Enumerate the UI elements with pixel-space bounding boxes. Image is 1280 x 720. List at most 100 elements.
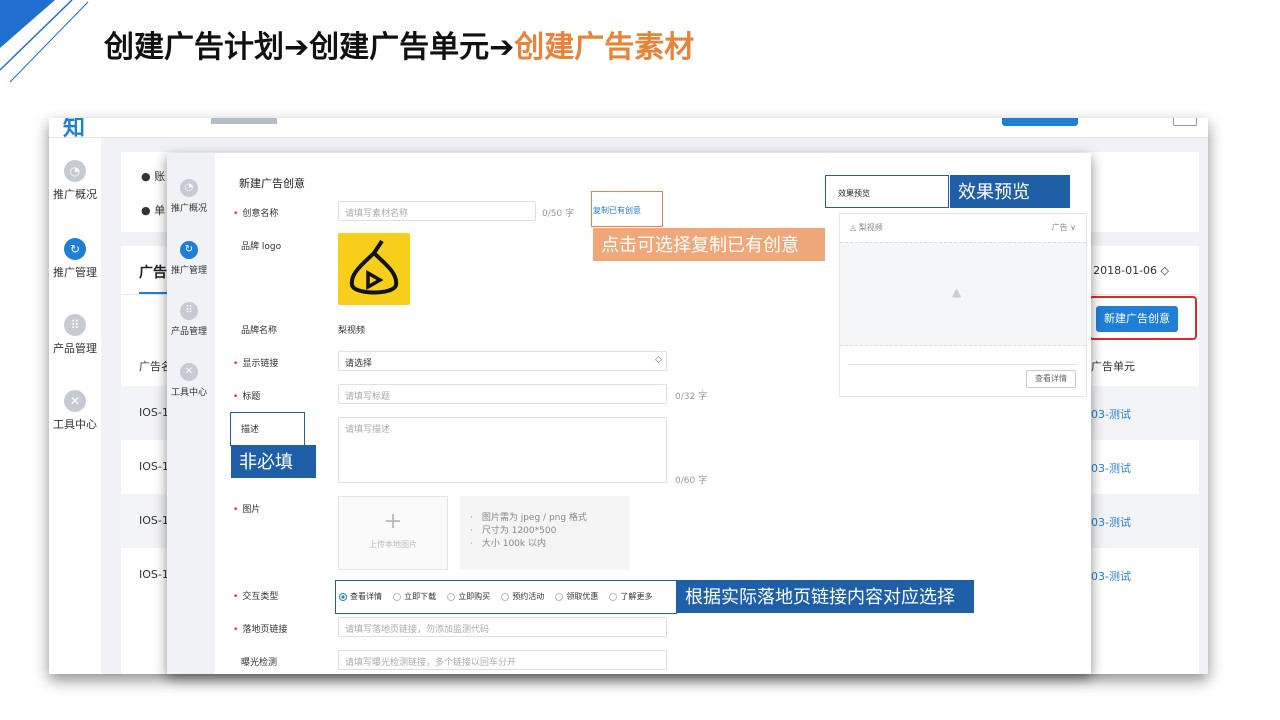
preview-image-placeholder: ▲ xyxy=(840,242,1086,346)
row-unit-link[interactable]: 03-测试 xyxy=(1091,460,1131,476)
corner-decoration xyxy=(0,0,89,83)
bg-topbar-button[interactable] xyxy=(1002,118,1078,126)
display-link-value: 请选择 xyxy=(345,359,373,369)
fg-sidebar-label: 产品管理 xyxy=(170,327,207,337)
row-unit-link[interactable]: 03-测试 xyxy=(1091,406,1131,422)
bg-date-range[interactable]: ~ 2018-01-06 ◇ xyxy=(1080,264,1169,277)
creative-name-label: • 创意名称 xyxy=(233,209,279,219)
upload-text: 上传本地图片 xyxy=(369,540,417,549)
preview-label: 效果预览 xyxy=(825,175,949,208)
radio-coupon[interactable]: 领取优惠 xyxy=(555,591,598,602)
plus-icon: + xyxy=(383,509,403,534)
bg-sidebar-label: 推广概况 xyxy=(53,188,97,201)
fg-sidebar-item-products[interactable]: ⠿ 产品管理 xyxy=(167,302,211,337)
title-steps: 创建广告计划➔创建广告单元➔ xyxy=(104,30,515,65)
callout-copy: 点击可选择复制已有创意 xyxy=(593,228,825,261)
radio-reserve[interactable]: 预约活动 xyxy=(501,591,544,602)
upload-tip: · 图片需为 jpeg / png 格式 xyxy=(470,513,587,523)
interaction-radio-group: 查看详情 立即下载 立即购买 预约活动 领取优惠 了解更多 xyxy=(335,580,677,614)
form-title: 新建广告创意 xyxy=(239,177,305,190)
select-arrow-icon: ◇ xyxy=(655,355,662,365)
headline-label: • 标题 xyxy=(233,392,261,402)
bg-sidebar: ◔ 推广概况 ↻ 推广管理 ⠿ 产品管理 ✕ 工具中心 xyxy=(49,138,101,674)
image-upload[interactable]: + 上传本地图片 xyxy=(338,496,448,570)
description-label: 描述 xyxy=(241,425,260,435)
fg-sidebar-label: 工具中心 xyxy=(170,388,207,398)
row-name: IOS-1 xyxy=(139,568,169,581)
callout-preview: 效果预览 xyxy=(950,175,1070,208)
refresh-icon: ↻ xyxy=(64,238,86,260)
display-link-select[interactable]: 请选择 ◇ xyxy=(338,351,667,371)
display-link-label: • 显示链接 xyxy=(233,359,279,369)
title-current-step: 创建广告素材 xyxy=(514,30,695,65)
row-name: IOS-1 xyxy=(139,514,169,527)
slide-title: 创建广告计划➔创建广告单元➔创建广告素材 xyxy=(104,22,694,66)
creative-name-counter: 0/50 字 xyxy=(542,209,575,219)
pear-video-logo-icon xyxy=(349,239,399,295)
row-name: IOS-1 xyxy=(139,460,169,473)
impression-track-label: 曝光检测 xyxy=(241,658,278,668)
brand-logo-image[interactable] xyxy=(338,233,410,305)
grid-icon: ⠿ xyxy=(180,302,198,320)
preview-view-button[interactable]: 查看详情 xyxy=(1026,370,1076,388)
bg-info-item: ● 账 xyxy=(141,170,166,183)
bg-sidebar-label: 工具中心 xyxy=(53,418,97,431)
bg-info-item: ● 单 xyxy=(141,204,166,217)
chart-icon: ◔ xyxy=(180,179,198,197)
radio-download[interactable]: 立即下载 xyxy=(393,591,436,602)
description-textarea[interactable]: 请填写描述 xyxy=(338,417,667,483)
radio-learn-more[interactable]: 了解更多 xyxy=(609,591,652,602)
row-name: IOS-1 xyxy=(139,406,169,419)
callout-interaction: 根据实际落地页链接内容对应选择 xyxy=(677,580,974,613)
upload-tips: · 图片需为 jpeg / png 格式 · 尺寸为 1200*500 · 大小… xyxy=(460,496,630,570)
bg-topbar: 知 xyxy=(49,118,1208,141)
radio-view-details[interactable]: 查看详情 xyxy=(339,591,382,602)
interaction-label: • 交互类型 xyxy=(233,592,279,602)
radio-buy[interactable]: 立即购买 xyxy=(447,591,490,602)
grid-icon: ⠿ xyxy=(64,314,86,336)
row-unit-link[interactable]: 03-测试 xyxy=(1091,514,1131,530)
wrench-icon: ✕ xyxy=(180,363,198,381)
creative-name-input[interactable]: 请填写素材名称 xyxy=(338,201,536,221)
brand-name-value: 梨视频 xyxy=(338,326,366,336)
upload-tip: · 尺寸为 1200*500 xyxy=(470,526,557,536)
new-creative-button[interactable]: 新建广告创意 xyxy=(1096,306,1178,332)
brand-logo-label: 品牌 logo xyxy=(241,242,282,252)
preview-app-name: ◬ 梨视频 xyxy=(850,223,883,232)
fg-sidebar-item-manage[interactable]: ↻ 推广管理 xyxy=(167,241,211,276)
preview-ad-tag[interactable]: 广告 ∨ xyxy=(1052,222,1076,233)
description-counter: 0/60 字 xyxy=(675,476,708,486)
bg-topbar-icon[interactable] xyxy=(1173,118,1197,126)
headline-input[interactable]: 请填写标题 xyxy=(338,384,667,404)
headline-counter: 0/32 字 xyxy=(675,392,708,402)
slide: 创建广告计划➔创建广告单元➔创建广告素材 知 ◔ 推广概况 ↻ 推广管理 ⠿ 产… xyxy=(0,0,1280,720)
refresh-icon: ↻ xyxy=(180,241,198,259)
bg-sidebar-item-tools[interactable]: ✕ 工具中心 xyxy=(49,390,101,432)
bg-col-header-unit: 广告单元 xyxy=(1091,360,1135,373)
bg-sidebar-item-manage[interactable]: ↻ 推广管理 xyxy=(49,238,101,280)
bg-sidebar-item-products[interactable]: ⠿ 产品管理 xyxy=(49,314,101,356)
copy-existing-link[interactable]: 复制已有创意 xyxy=(593,205,641,216)
wrench-icon: ✕ xyxy=(64,390,86,412)
fg-sidebar-item-tools[interactable]: ✕ 工具中心 xyxy=(167,363,211,398)
landing-url-label: • 落地页链接 xyxy=(233,625,288,635)
callout-optional: 非必填 xyxy=(231,445,316,478)
landing-url-input[interactable]: 请填写落地页链接，勿添加监测代码 xyxy=(338,617,667,637)
fg-sidebar-item-overview[interactable]: ◔ 推广概况 xyxy=(167,179,211,214)
row-unit-link[interactable]: 03-测试 xyxy=(1091,568,1131,584)
bg-sidebar-item-overview[interactable]: ◔ 推广概况 xyxy=(49,160,101,202)
image-icon: ▲ xyxy=(952,285,962,299)
bg-sidebar-label: 推广管理 xyxy=(53,266,97,279)
fg-sidebar-label: 推广管理 xyxy=(170,266,207,276)
impression-track-input[interactable]: 请填写曝光检测链接，多个链接以回车分开 xyxy=(338,650,667,670)
upload-tip: · 大小 100k 以内 xyxy=(470,539,546,549)
bg-sidebar-label: 产品管理 xyxy=(53,342,97,355)
fg-sidebar-label: 推广概况 xyxy=(170,204,207,214)
image-label: • 图片 xyxy=(233,505,261,515)
divider xyxy=(848,364,1078,365)
bg-topbar-tab[interactable] xyxy=(211,118,277,124)
brand-name-label: 品牌名称 xyxy=(241,326,278,336)
bg-tab[interactable]: 广告 xyxy=(139,262,167,282)
preview-card: ◬ 梨视频 广告 ∨ ▲ 查看详情 xyxy=(839,213,1087,397)
fg-sidebar: ◔ 推广概况 ↻ 推广管理 ⠿ 产品管理 ✕ 工具中心 xyxy=(167,153,215,674)
